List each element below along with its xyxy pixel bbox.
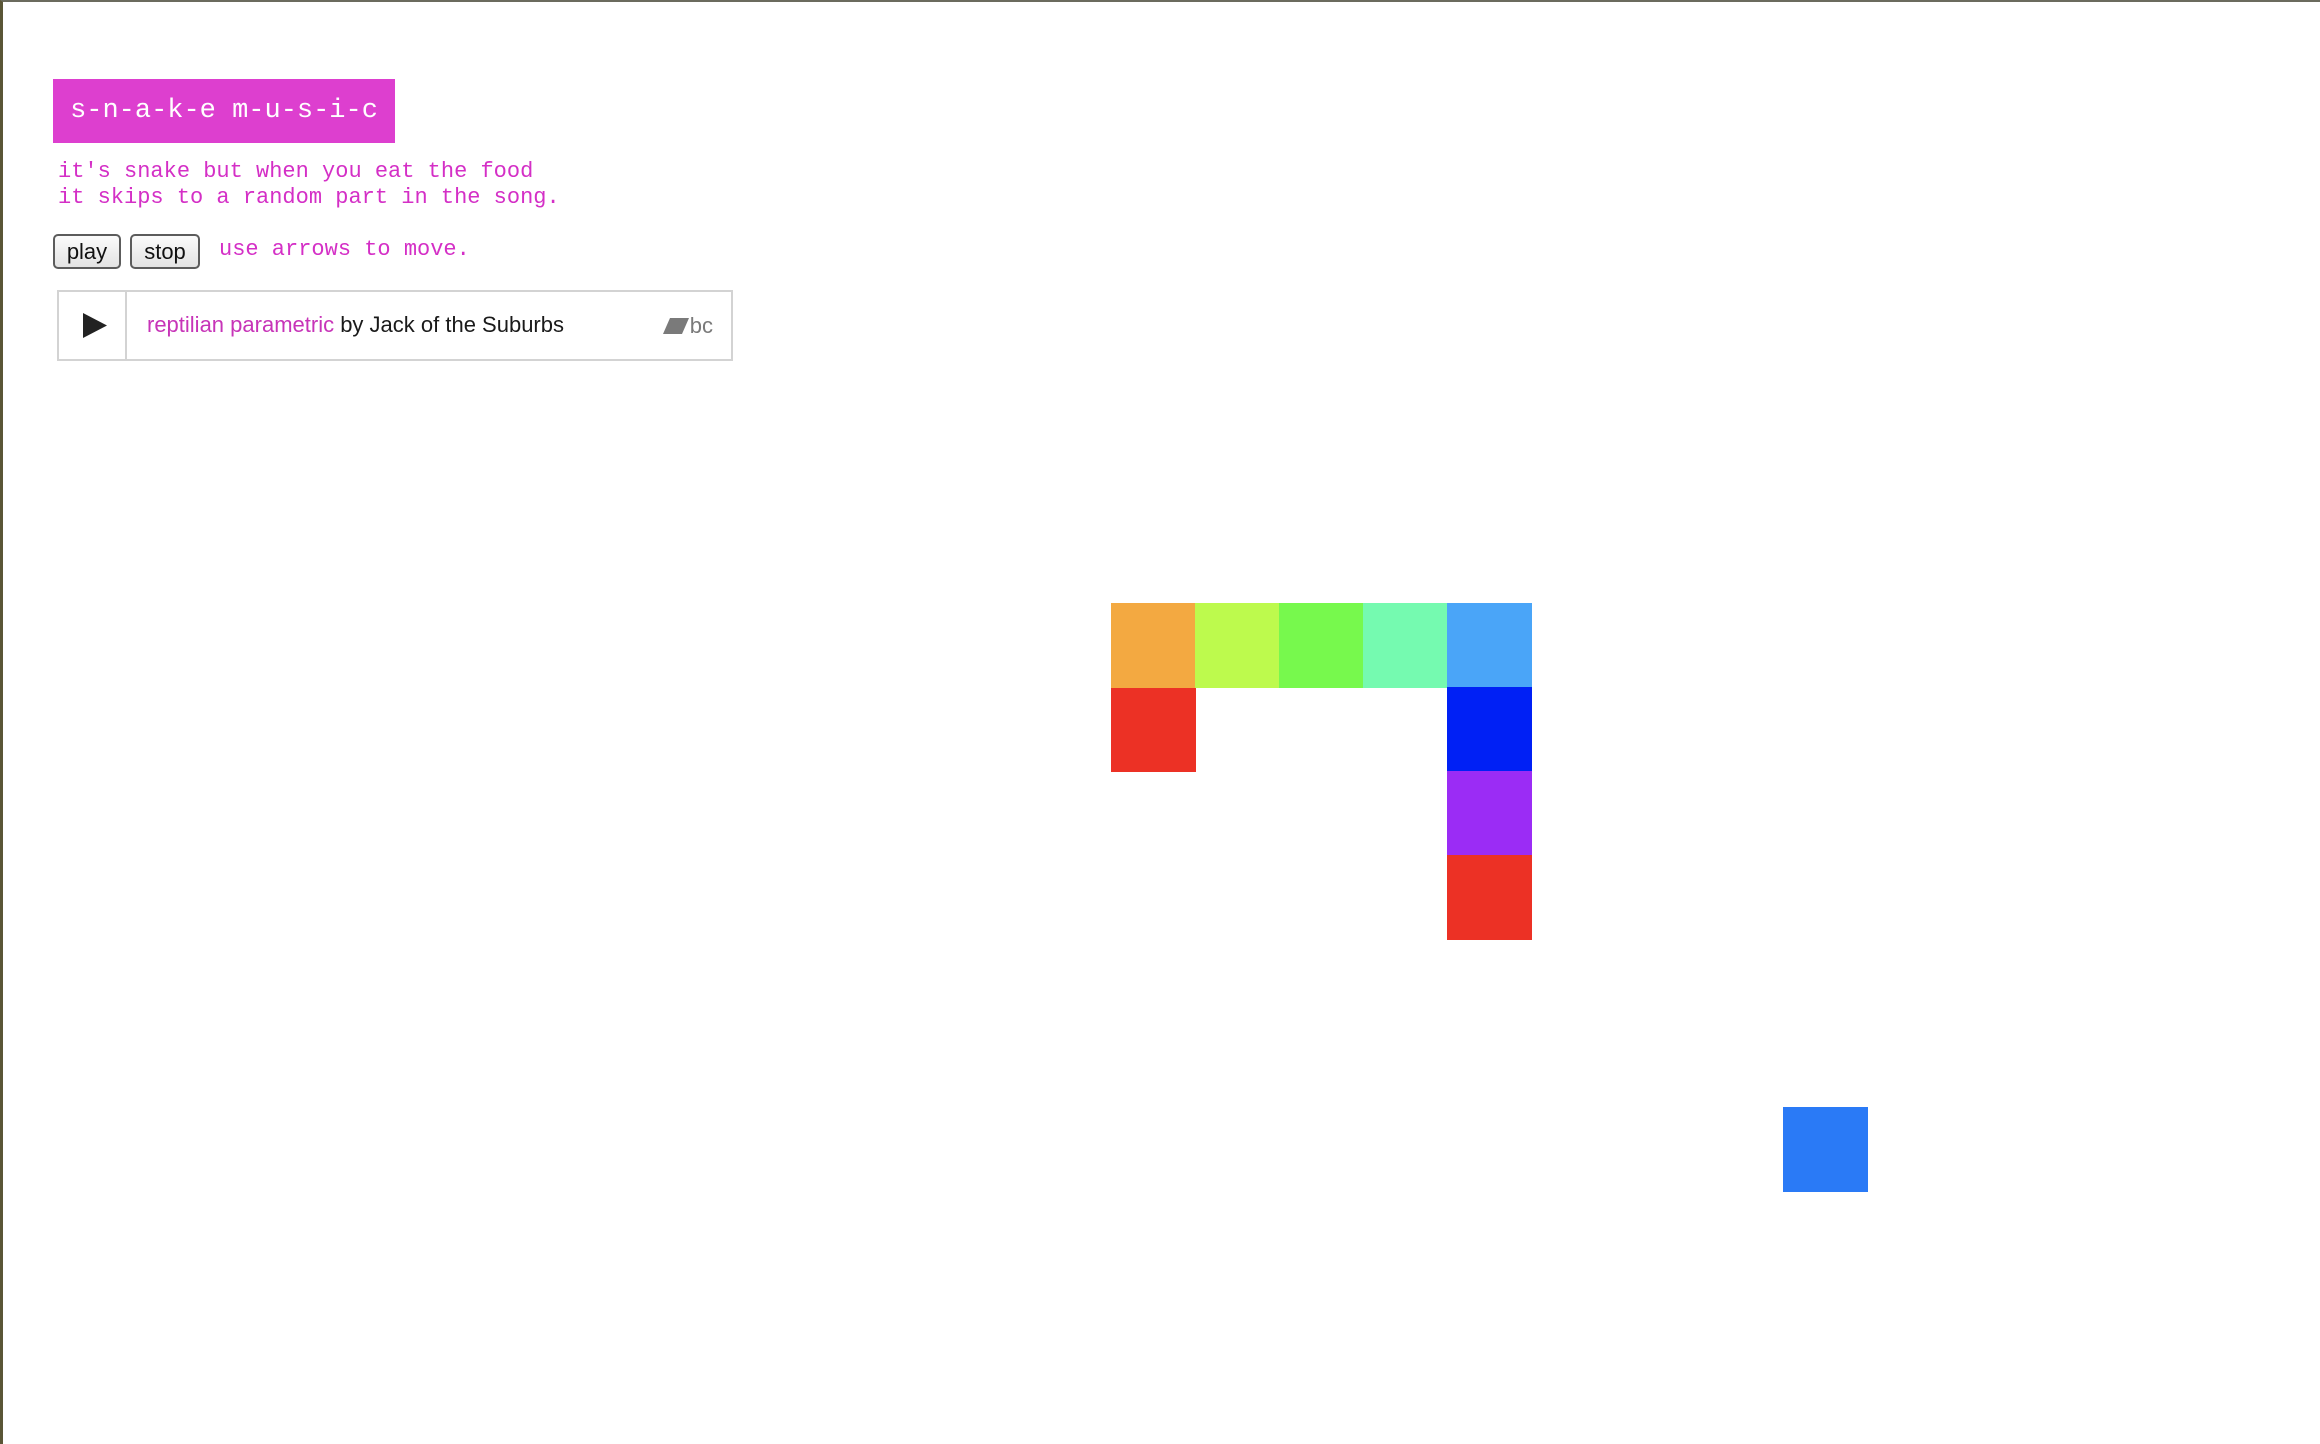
snake-segment	[1447, 855, 1532, 940]
snake-segment	[1111, 603, 1196, 688]
play-triangle-icon	[83, 313, 107, 338]
snake-segment	[1447, 687, 1532, 772]
by-text: by	[334, 312, 370, 337]
description-line-2: it skips to a random part in the song.	[58, 185, 560, 210]
snake-segment	[1447, 603, 1532, 688]
description-line-1: it's snake but when you eat the food	[58, 159, 534, 184]
snake-segment	[1363, 603, 1448, 688]
snake-segment	[1195, 603, 1280, 688]
bandcamp-logo-icon	[662, 317, 689, 334]
bandcamp-logo[interactable]: bc	[662, 312, 713, 340]
stop-button[interactable]: stop	[130, 234, 200, 269]
snake-segment	[1447, 771, 1532, 856]
artist-name: Jack of the Suburbs	[369, 312, 564, 337]
bandcamp-logo-text: bc	[689, 313, 713, 338]
description: it's snake but when you eat the food it …	[58, 159, 560, 211]
track-info: reptilian parametric by Jack of the Subu…	[147, 310, 564, 340]
play-button[interactable]: play	[53, 234, 121, 269]
player-play-button[interactable]	[59, 292, 127, 359]
track-name-link[interactable]: reptilian parametric	[147, 312, 334, 337]
page-title: s-n-a-k-e m-u-s-i-c	[53, 79, 395, 143]
snake-segment	[1111, 687, 1196, 772]
snake-music-page: { "header": { "title": "s-n-a-k-e m-u-s-…	[0, 0, 2320, 1444]
food-block	[1783, 1107, 1868, 1192]
controls-hint: use arrows to move.	[219, 237, 470, 262]
snake-segment	[1279, 603, 1364, 688]
bandcamp-player: reptilian parametric by Jack of the Subu…	[57, 290, 733, 361]
